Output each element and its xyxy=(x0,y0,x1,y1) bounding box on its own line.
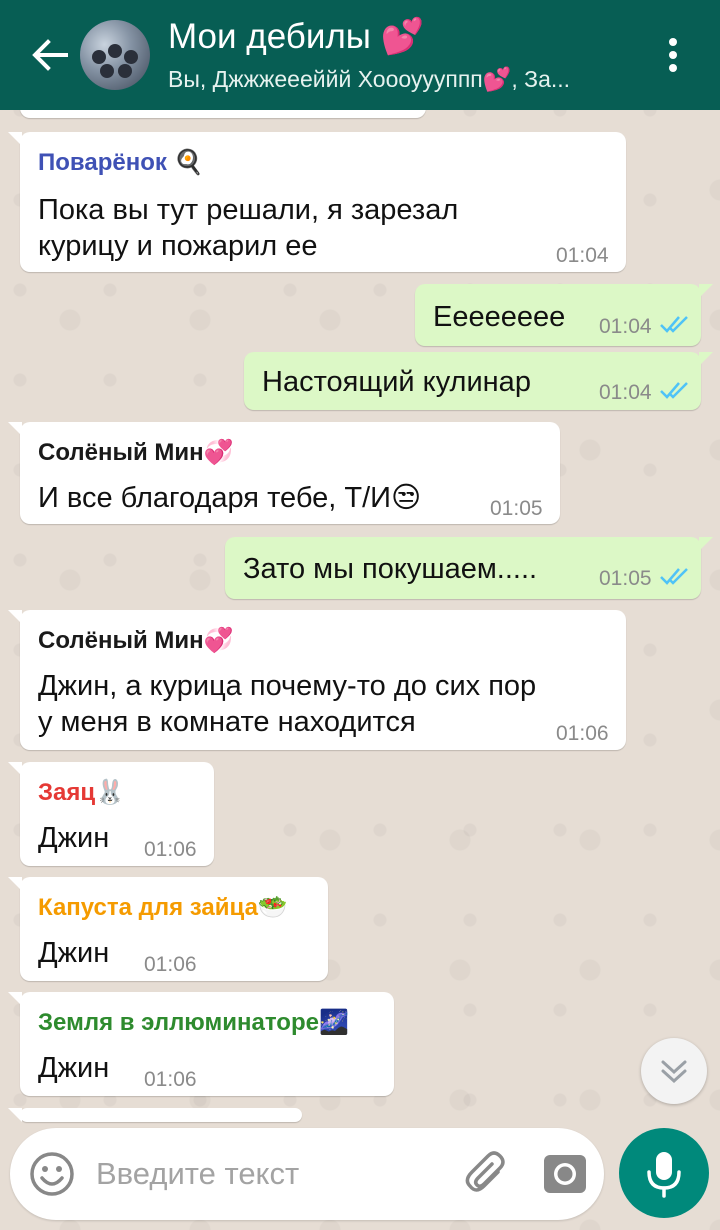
more-vert-icon xyxy=(669,51,677,59)
arrow-left-icon xyxy=(32,39,68,71)
smiley-icon[interactable] xyxy=(28,1150,76,1198)
more-options-button[interactable] xyxy=(656,30,690,80)
microphone-icon xyxy=(647,1152,681,1198)
message-bubble[interactable]: Капуста для зайца🥗 Джин 01:06 xyxy=(8,877,328,981)
message-sender: Земля в эллюминаторе🌌 xyxy=(38,1009,349,1036)
message-text: Джин xyxy=(38,1052,110,1084)
chevron-double-down-icon xyxy=(661,1060,687,1084)
message-text: Ееееееее xyxy=(433,301,566,333)
message-text: Настоящий кулинар xyxy=(262,366,531,398)
message-time: 01:06 xyxy=(144,838,197,861)
message-time: 01:04 xyxy=(599,315,652,338)
message-text: Джин xyxy=(38,937,110,969)
chat-header: Мои дебилы 💕 Вы, Джжжеееййй Хоооуууппп💕,… xyxy=(0,0,720,110)
scroll-to-bottom-button[interactable] xyxy=(641,1038,707,1104)
message-text-line: Пока вы тут решали, я зарезал xyxy=(38,194,459,226)
message-text: И все благодаря тебе, Т/И😒 xyxy=(38,482,422,514)
message-bubble[interactable]: Заяц🐰 Джин 01:06 xyxy=(8,762,214,866)
back-button[interactable] xyxy=(26,30,76,80)
voice-message-button[interactable] xyxy=(619,1128,709,1218)
double-check-icon xyxy=(660,382,688,399)
camera-icon[interactable] xyxy=(542,1151,588,1197)
message-input[interactable]: Введите текст xyxy=(96,1156,299,1192)
message-sender: Заяц🐰 xyxy=(38,779,126,806)
message-sender: Солёный Мин💞 xyxy=(38,439,234,466)
message-bubble[interactable]: Солёный Мин💞 Джин, а курица почему-то до… xyxy=(8,610,626,750)
message-text-line: курицу и пожарил ее xyxy=(38,230,318,262)
message-bubble-partial[interactable] xyxy=(8,1108,302,1122)
message-text: Зато мы покушаем..... xyxy=(243,553,538,585)
more-vert-icon xyxy=(669,38,677,46)
message-time: 01:06 xyxy=(144,953,197,976)
message-sender: Поварёнок 🍳 xyxy=(38,149,204,176)
double-check-icon xyxy=(660,316,688,333)
message-input-bar: Введите текст xyxy=(10,1128,604,1220)
message-bubble[interactable]: Ееееееее 01:04 xyxy=(415,284,713,346)
message-time: 01:05 xyxy=(599,567,652,590)
chat-title[interactable]: Мои дебилы 💕 xyxy=(168,16,424,57)
message-sender: Солёный Мин💞 xyxy=(38,627,234,654)
message-time: 01:06 xyxy=(556,722,609,745)
message-bubble[interactable]: Зато мы покушаем..... 01:05 xyxy=(225,537,713,599)
message-text: Джин xyxy=(38,822,110,854)
message-time: 01:04 xyxy=(599,381,652,404)
message-bubble[interactable]: Настоящий кулинар 01:04 xyxy=(244,352,713,410)
chat-participants[interactable]: Вы, Джжжеееййй Хоооуууппп💕, За... xyxy=(168,66,638,93)
double-check-icon xyxy=(660,568,688,585)
message-time: 01:05 xyxy=(490,497,543,520)
message-bubble[interactable]: Земля в эллюминаторе🌌 Джин 01:06 xyxy=(8,992,394,1096)
message-text-line: у меня в комнате находится xyxy=(38,706,416,738)
message-time: 01:04 xyxy=(556,244,609,267)
group-avatar[interactable] xyxy=(80,20,150,90)
message-text-line: Джин, а курица почему-то до сих пор xyxy=(38,670,537,702)
paperclip-icon[interactable] xyxy=(462,1150,510,1198)
message-time: 01:06 xyxy=(144,1068,197,1091)
message-sender: Капуста для зайца🥗 xyxy=(38,894,288,921)
message-bubble[interactable]: Солёный Мин💞 И все благодаря тебе, Т/И😒 … xyxy=(8,422,560,524)
message-bubble[interactable]: Поварёнок 🍳 Пока вы тут решали, я зареза… xyxy=(8,132,626,272)
more-vert-icon xyxy=(669,64,677,72)
